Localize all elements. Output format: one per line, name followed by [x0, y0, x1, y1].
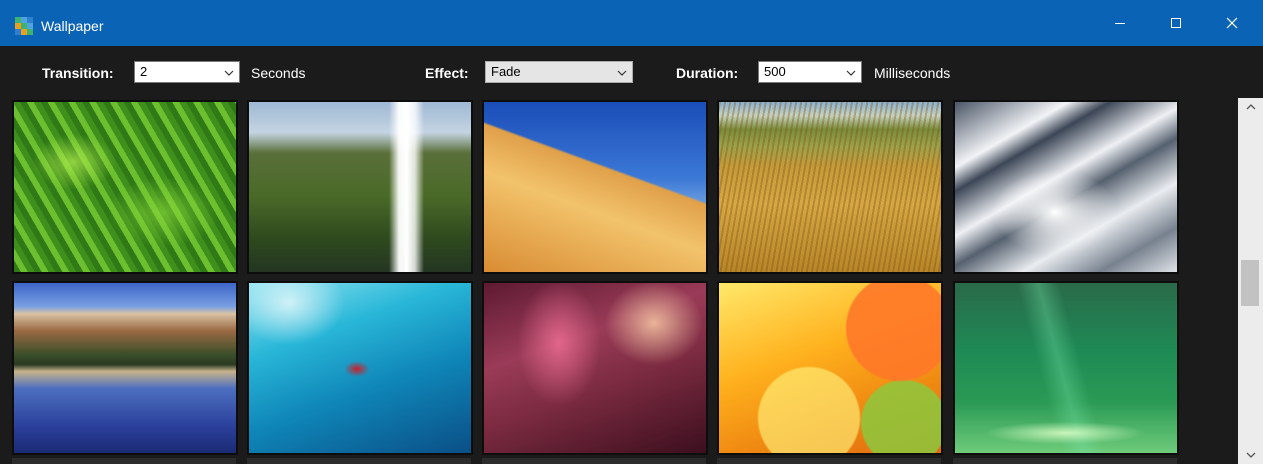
transition-select[interactable]: 2 [134, 61, 240, 83]
duration-unit: Milliseconds [874, 65, 951, 81]
next-row-peek [482, 458, 706, 464]
app-grid-icon [15, 17, 33, 35]
betta-fish-image [249, 283, 471, 453]
wallpaper-waterfall[interactable] [247, 100, 473, 274]
wallpaper-grid [0, 98, 1238, 464]
wallpaper-desert-dune[interactable] [482, 100, 708, 274]
abstract-blur-image [484, 283, 706, 453]
minimize-button[interactable] [1098, 6, 1142, 40]
chevron-down-icon [1246, 452, 1255, 458]
vertical-scrollbar[interactable] [1238, 98, 1263, 464]
green-aurora-image [955, 283, 1177, 453]
snowy-mountains-image [955, 102, 1177, 272]
mountain-lake-image [14, 283, 236, 453]
scrollbar-thumb[interactable] [1241, 260, 1259, 306]
chevron-down-icon [846, 70, 856, 76]
maximize-icon [1171, 18, 1181, 28]
minimize-icon [1115, 23, 1125, 24]
effect-label: Effect: [425, 65, 469, 81]
wallpaper-abstract-blur[interactable] [482, 281, 708, 455]
wheat-field-image [719, 102, 941, 272]
next-row-peek [953, 458, 1177, 464]
close-icon [1226, 17, 1238, 29]
wallpaper-betta-fish[interactable] [247, 281, 473, 455]
chevron-down-icon [617, 70, 627, 76]
chevron-down-icon [224, 70, 234, 76]
wallpaper-green-aurora[interactable] [953, 281, 1179, 455]
wallpaper-bokeh-orange[interactable] [717, 281, 943, 455]
transition-value: 2 [140, 64, 148, 79]
wallpaper-fern[interactable] [12, 100, 238, 274]
duration-value: 500 [764, 64, 786, 79]
wallpaper-mountain-lake[interactable] [12, 281, 238, 455]
title-bar: Wallpaper [0, 0, 1263, 46]
wallpaper-wheat-field[interactable] [717, 100, 943, 274]
effect-value: Fade [491, 64, 521, 79]
scroll-up-button[interactable] [1238, 98, 1263, 116]
effect-select[interactable]: Fade [485, 61, 633, 83]
chevron-up-icon [1246, 104, 1255, 110]
maximize-button[interactable] [1154, 6, 1198, 40]
settings-toolbar: Transition: 2 Seconds Effect: Fade Durat… [0, 46, 1263, 98]
waterfall-image [249, 102, 471, 272]
transition-unit: Seconds [251, 65, 306, 81]
next-row-peek [717, 458, 941, 464]
desert-dune-image [484, 102, 706, 272]
next-row-peek [12, 458, 236, 464]
close-button[interactable] [1210, 6, 1254, 40]
fern-image [14, 102, 236, 272]
duration-label: Duration: [676, 65, 739, 81]
next-row-peek [247, 458, 471, 464]
window-title: Wallpaper [41, 18, 104, 34]
scroll-down-button[interactable] [1238, 446, 1263, 464]
bokeh-orange-image [719, 283, 941, 453]
duration-select[interactable]: 500 [758, 61, 862, 83]
wallpaper-snowy-mountains[interactable] [953, 100, 1179, 274]
transition-label: Transition: [42, 65, 114, 81]
